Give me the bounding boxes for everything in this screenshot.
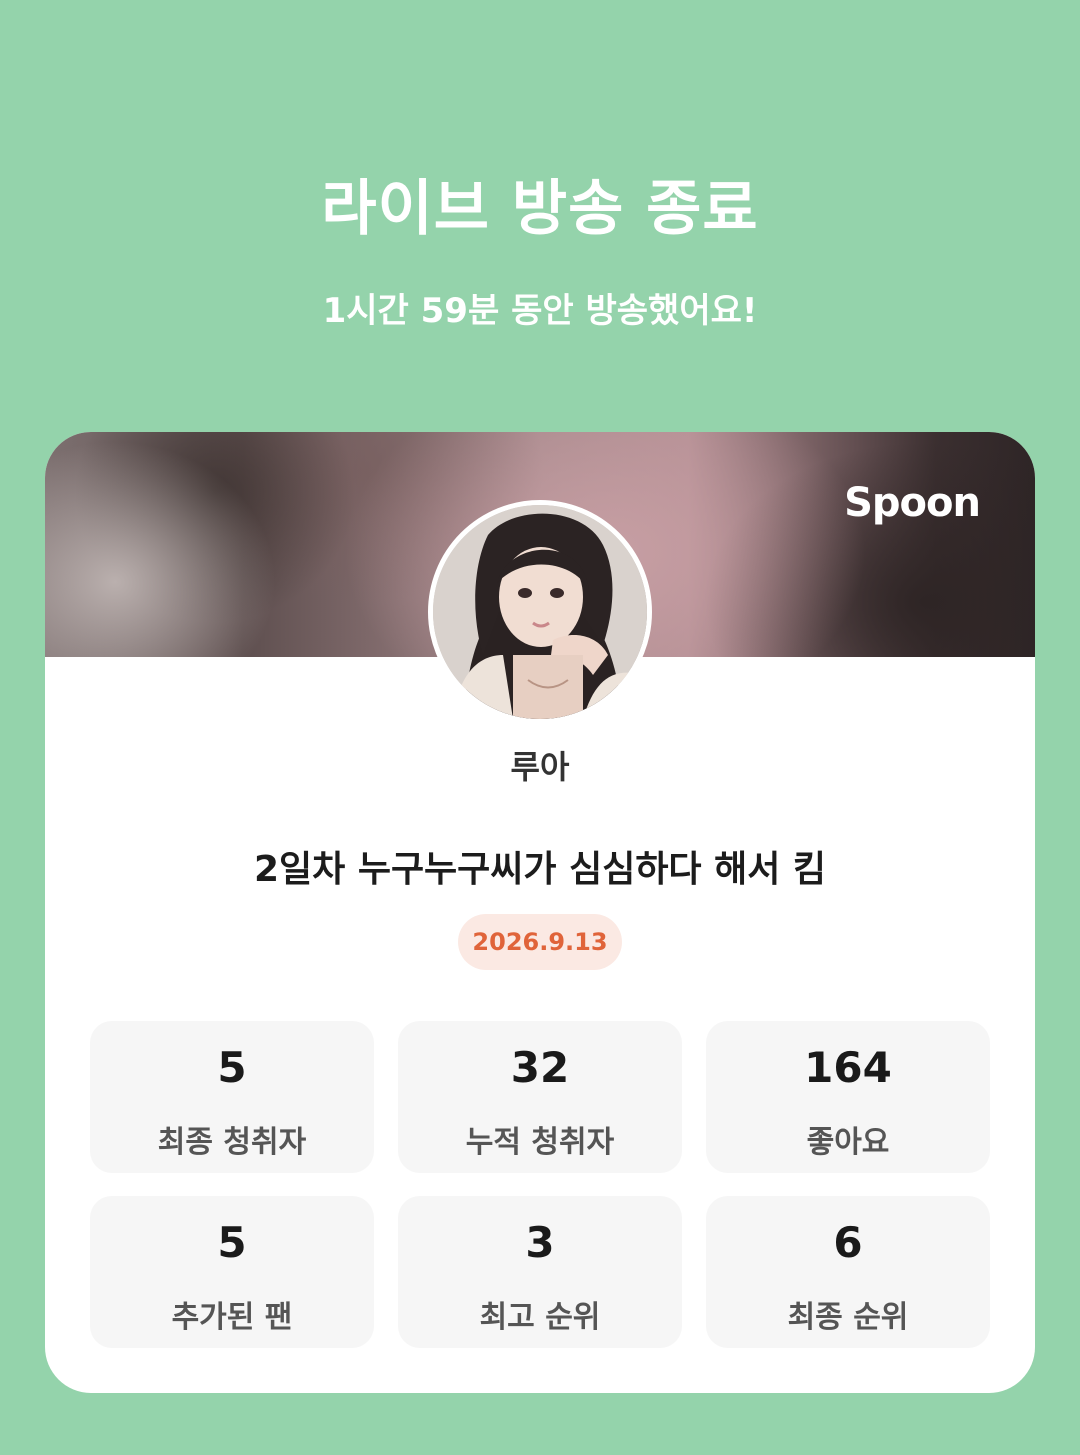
stat-best-rank: 3 최고 순위 [398, 1196, 682, 1348]
stat-total-listeners: 32 누적 청취자 [398, 1021, 682, 1173]
stat-likes: 164 좋아요 [706, 1021, 990, 1173]
broadcast-summary-card: Spoon 루아 2일차 누구누구씨가 심심하다 해서 킴 2026.9.13 … [45, 432, 1035, 1393]
stat-value: 164 [804, 1043, 892, 1092]
stat-new-fans: 5 추가된 팬 [90, 1196, 374, 1348]
live-title: 2일차 누구누구씨가 심심하다 해서 킴 [254, 849, 826, 890]
broadcast-duration: 1시간 59분 동안 방송했어요! [322, 291, 758, 331]
stat-label: 최고 순위 [479, 1300, 601, 1335]
spoon-logo: Spoon [844, 480, 981, 526]
stat-label: 최종 청취자 [157, 1125, 307, 1160]
stat-label: 최종 순위 [787, 1300, 909, 1335]
stat-label: 누적 청취자 [465, 1125, 615, 1160]
avatar-image [433, 505, 647, 719]
stat-value: 6 [833, 1218, 863, 1267]
stat-value: 5 [217, 1218, 247, 1267]
stat-label: 추가된 팬 [171, 1300, 293, 1335]
stat-value: 3 [525, 1218, 555, 1267]
stat-label: 좋아요 [806, 1125, 890, 1160]
streamer-nickname[interactable]: 루아 [45, 742, 1035, 788]
stat-final-listeners: 5 최종 청취자 [90, 1021, 374, 1173]
stat-value: 5 [217, 1043, 247, 1092]
stat-final-rank: 6 최종 순위 [706, 1196, 990, 1348]
page-title: 라이브 방송 종료 [321, 174, 759, 244]
date-badge: 2026.9.13 [458, 914, 622, 970]
stat-value: 32 [510, 1043, 570, 1092]
avatar[interactable] [428, 500, 652, 724]
